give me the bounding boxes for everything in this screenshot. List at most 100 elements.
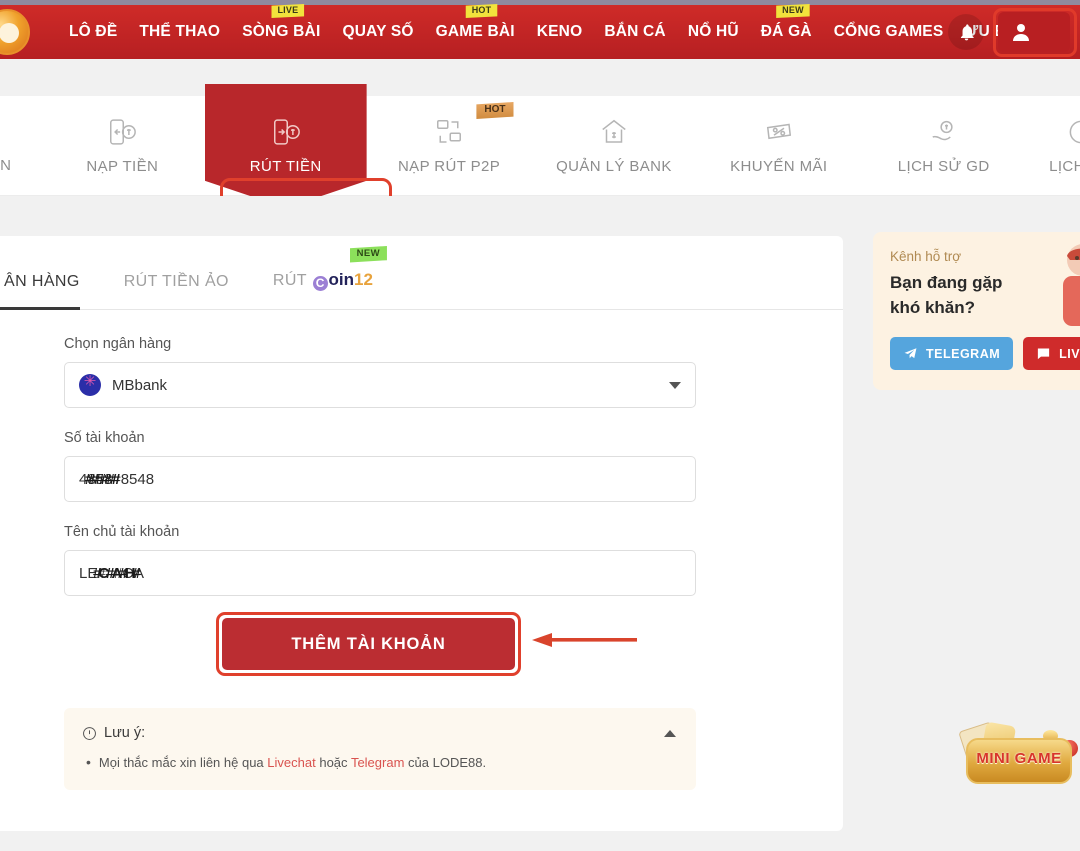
- site-header: 88 LÔ ĐỀ THỂ THAO LIVE SÒNG BÀI QUAY SỐ …: [0, 5, 1080, 59]
- live-badge: LIVE: [271, 4, 304, 18]
- note-prefix: Mọi thắc mắc xin liên hệ qua: [99, 755, 264, 770]
- nav-label: ĐÁ GÀ: [761, 23, 812, 40]
- bank-house-icon: [599, 117, 629, 147]
- iconnav-label: LỊCH SỬ GD: [898, 158, 990, 175]
- iconnav-label: LỊCH SỬ: [1049, 158, 1080, 175]
- account-number-label: Số tài khoản: [64, 430, 821, 446]
- tab-label: ÂN HÀNG: [4, 273, 80, 290]
- account-number-value-wrap: 4858#8548 ######: [79, 471, 154, 488]
- deposit-phone-icon: [107, 117, 137, 147]
- bank-select[interactable]: MBbank: [64, 362, 696, 408]
- withdraw-card: ÂN HÀNG RÚT TIỀN ẢO NEW RÚT Coin12 Chọn …: [0, 236, 843, 831]
- account-holder-group: Tên chủ tài khoản LE###OA #C#A#H#: [64, 524, 821, 596]
- nav-label: CỔNG GAMES: [834, 23, 944, 40]
- iconnav-item-lich-su[interactable]: LỊCH SỬ: [1026, 96, 1080, 196]
- telegram-button[interactable]: TELEGRAM: [890, 337, 1013, 370]
- nav-label: BẮN CÁ: [604, 23, 665, 40]
- support-mascot-image: [1053, 240, 1080, 335]
- bank-select-value: MBbank: [112, 377, 167, 394]
- livechat-link[interactable]: Livechat: [267, 755, 315, 770]
- bullet-dot: •: [86, 755, 91, 769]
- nav-item-ban-ca[interactable]: BẮN CÁ: [593, 23, 676, 41]
- livechat-icon: [1036, 346, 1051, 361]
- add-account-button[interactable]: THÊM TÀI KHOẢN: [222, 618, 515, 670]
- iconnav-label: RÚT TIỀN: [250, 158, 322, 175]
- nav-item-keno[interactable]: KENO: [526, 23, 594, 41]
- iconnav-item-quan-ly-bank[interactable]: QUẢN LÝ BANK: [532, 96, 697, 196]
- support-subtitle: Kênh hỗ trợ: [890, 249, 1080, 264]
- hot-badge: HOT: [476, 102, 513, 119]
- coin12-logo-c: C: [313, 276, 328, 291]
- telegram-link[interactable]: Telegram: [351, 755, 404, 770]
- minigame-widget[interactable]: MINI GAME: [958, 724, 1080, 794]
- transaction-history-icon: [929, 117, 959, 147]
- note-suffix: của LODE88.: [408, 755, 486, 770]
- nav-label: KENO: [537, 23, 583, 40]
- tab-label: RÚT TIỀN ẢO: [124, 273, 229, 290]
- note-text: Mọi thắc mắc xin liên hệ qua Livechat ho…: [99, 755, 486, 770]
- livechat-button-label: LIV: [1059, 347, 1080, 361]
- chevron-up-icon[interactable]: [664, 730, 676, 737]
- tab-rut-coin12[interactable]: NEW RÚT Coin12: [251, 270, 395, 309]
- account-holder-input[interactable]: LE###OA #C#A#H#: [64, 550, 696, 596]
- refund-icon: [0, 118, 3, 146]
- support-heading-line1: Bạn đang gặp: [890, 271, 1080, 296]
- nav-label: THỂ THAO: [139, 23, 220, 40]
- hot-badge: HOT: [466, 4, 498, 18]
- account-holder-value-wrap: LE###OA #C#A#H#: [79, 565, 144, 582]
- iconnav-item-khuyen-mai[interactable]: KHUYẾN MÃI: [696, 96, 861, 196]
- nav-label: QUAY SỐ: [342, 23, 413, 40]
- nav-item-da-ga[interactable]: NEW ĐÁ GÀ: [750, 23, 823, 41]
- support-buttons: TELEGRAM LIV: [890, 337, 1080, 370]
- nav-item-the-thao[interactable]: THỂ THAO: [128, 23, 231, 41]
- iconnav-label: QUẢN LÝ BANK: [556, 158, 672, 175]
- nav-label: SÒNG BÀI: [242, 23, 320, 40]
- iconnav-item-nap-tien[interactable]: NẠP TIỀN: [40, 96, 205, 196]
- mbbank-logo: [79, 374, 101, 396]
- livechat-button[interactable]: LIV: [1023, 337, 1080, 370]
- nav-item-no-hu[interactable]: NỔ HŨ: [677, 23, 750, 41]
- support-heading-line2: khó khăn?: [890, 296, 1080, 321]
- iconnav-label: HOÀN: [0, 157, 11, 174]
- header-actions: [948, 5, 1070, 59]
- account-holder-label: Tên chủ tài khoản: [64, 524, 821, 540]
- site-logo[interactable]: 88: [0, 9, 30, 55]
- history-clock-icon: [1066, 117, 1080, 147]
- nav-label: LÔ ĐỀ: [69, 23, 117, 40]
- coin12-logo: Coin12: [312, 272, 373, 289]
- coin12-logo-num: 12: [354, 270, 373, 289]
- chevron-down-icon: [669, 382, 681, 389]
- bell-icon[interactable]: [948, 14, 984, 50]
- nav-item-song-bai[interactable]: LIVE SÒNG BÀI: [231, 23, 331, 41]
- p2p-transfer-icon: [434, 117, 464, 147]
- iconnav-label: NẠP RÚT P2P: [398, 158, 500, 175]
- note-box: Lưu ý: • Mọi thắc mắc xin liên hệ qua Li…: [64, 708, 696, 790]
- tab-label: RÚT: [273, 272, 307, 289]
- telegram-plane-icon: [903, 346, 918, 361]
- telegram-button-label: TELEGRAM: [926, 347, 1000, 361]
- account-number-group: Số tài khoản 4858#8548 ######: [64, 430, 821, 502]
- bank-select-group: Chọn ngân hàng MBbank: [64, 336, 821, 408]
- account-menu[interactable]: [998, 12, 1070, 52]
- pointer-arrow-annotation-submit: [532, 633, 637, 647]
- iconnav-item-hoan[interactable]: HOÀN: [0, 96, 40, 196]
- nav-item-quay-so[interactable]: QUAY SỐ: [331, 23, 424, 41]
- nav-item-game-bai[interactable]: HOT GAME BÀI: [425, 23, 526, 41]
- info-circle-icon: [82, 726, 97, 741]
- submit-row: THÊM TÀI KHOẢN: [64, 618, 821, 670]
- nav-item-lo-de[interactable]: LÔ ĐỀ: [58, 23, 128, 41]
- withdraw-form: Chọn ngân hàng MBbank Số tài khoản 4858#…: [0, 310, 843, 670]
- iconnav-item-lich-su-gd[interactable]: LỊCH SỬ GD: [861, 96, 1026, 196]
- iconnav-item-nap-rut-p2p[interactable]: HOT NẠP RÚT P2P: [367, 96, 532, 196]
- account-number-input[interactable]: 4858#8548 ######: [64, 456, 696, 502]
- main-navigation: LÔ ĐỀ THỂ THAO LIVE SÒNG BÀI QUAY SỐ HOT…: [58, 23, 1033, 41]
- note-bullet: • Mọi thắc mắc xin liên hệ qua Livechat …: [82, 755, 678, 770]
- support-card: Kênh hỗ trợ Bạn đang gặp khó khăn? TELEG…: [873, 232, 1080, 390]
- minigame-label: MINI GAME: [958, 750, 1080, 767]
- tab-rut-tien-ao[interactable]: RÚT TIỀN ẢO: [102, 273, 251, 309]
- account-holder-mask: #C#A#H#: [93, 565, 138, 582]
- tab-ngan-hang[interactable]: ÂN HÀNG: [0, 273, 102, 309]
- nav-item-cong-games[interactable]: CỔNG GAMES: [823, 23, 955, 41]
- page-body: ÂN HÀNG RÚT TIỀN ẢO NEW RÚT Coin12 Chọn …: [0, 196, 1080, 851]
- iconnav-item-rut-tien[interactable]: RÚT TIỀN: [205, 84, 367, 208]
